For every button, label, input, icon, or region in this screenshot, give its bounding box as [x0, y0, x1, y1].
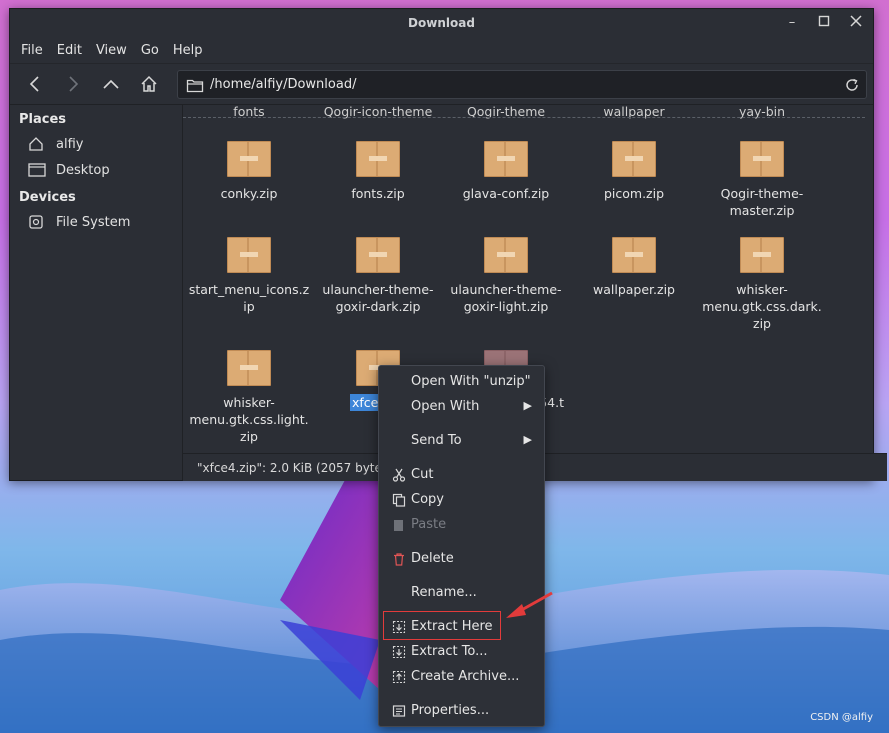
folder-icon: [186, 79, 204, 92]
refresh-icon[interactable]: [844, 77, 860, 93]
context-menu: Open With "unzip" Open With ▶ Send To ▶ …: [378, 365, 545, 727]
menu-bar: File Edit View Go Help: [10, 37, 873, 63]
paste-icon: [394, 520, 403, 531]
menu-item-delete[interactable]: Delete: [379, 547, 544, 571]
menu-item-open-with-unzip[interactable]: Open With "unzip": [379, 370, 544, 394]
side-pane: Places alfiy Desktop Devices File System: [10, 105, 183, 480]
menu-help[interactable]: Help: [166, 43, 210, 58]
zip-archive-icon: [484, 237, 528, 273]
submenu-arrow-icon: ▶: [523, 433, 532, 446]
properties-icon: [392, 705, 406, 717]
location-bar[interactable]: /home/alfiy/Download/: [177, 70, 867, 99]
sidebar-item-label: Desktop: [56, 162, 110, 178]
sidebar-item-label: File System: [56, 214, 131, 230]
file-item[interactable]: ulauncher-theme- goxir-dark.zip: [314, 237, 442, 315]
file-item[interactable]: glava-conf.zip: [442, 141, 570, 202]
menu-edit[interactable]: Edit: [50, 43, 89, 58]
zip-archive-icon: [227, 237, 271, 273]
zip-archive-icon: [612, 237, 656, 273]
back-button[interactable]: [16, 69, 54, 99]
file-name: ulauncher-theme- goxir-light.zip: [450, 282, 562, 314]
menu-item-extract-to[interactable]: Extract To...: [379, 640, 544, 664]
file-name: fonts.zip: [351, 186, 405, 201]
zip-archive-icon: [227, 350, 271, 386]
watermark: CSDN @alfiy: [810, 712, 873, 723]
file-item[interactable]: Qogir-theme- master.zip: [698, 141, 826, 219]
window-title: Download: [408, 16, 475, 30]
file-name: glava-conf.zip: [462, 186, 550, 201]
submenu-arrow-icon: ▶: [523, 399, 532, 412]
menu-go[interactable]: Go: [134, 43, 166, 58]
menu-view[interactable]: View: [89, 43, 134, 58]
close-button[interactable]: [848, 15, 864, 31]
file-item[interactable]: fonts.zip: [314, 141, 442, 202]
file-name: wallpaper.zip: [593, 282, 675, 297]
menu-item-create-archive[interactable]: Create Archive...: [379, 665, 544, 689]
menu-item-copy[interactable]: Copy: [379, 488, 544, 512]
zip-archive-icon: [740, 141, 784, 177]
file-name: conky.zip: [220, 186, 278, 201]
file-item[interactable]: start_menu_icons.z ip: [185, 237, 313, 315]
extract-icon: [392, 620, 406, 634]
menu-item-open-with[interactable]: Open With ▶: [379, 395, 544, 419]
trash-icon: [394, 553, 404, 566]
file-item[interactable]: conky.zip: [185, 141, 313, 202]
sidebar-item-file-system[interactable]: File System: [10, 209, 182, 235]
file-name: Qogir-theme- master.zip: [720, 186, 804, 218]
file-name: ulauncher-theme- goxir-dark.zip: [322, 282, 434, 314]
copy-icon: [392, 493, 406, 507]
places-heading: Places: [19, 112, 67, 127]
location-path: /home/alfiy/Download/: [210, 77, 357, 92]
drive-icon: [29, 215, 43, 229]
file-item[interactable]: picom.zip: [570, 141, 698, 202]
home-button[interactable]: [130, 69, 168, 99]
file-item[interactable]: whisker- menu.gtk.css.dark. zip: [698, 237, 826, 332]
parent-folder-button[interactable]: [92, 69, 130, 99]
file-name: whisker- menu.gtk.css.dark. zip: [702, 282, 822, 331]
chevron-left-icon: [29, 76, 39, 92]
desktop-icon: [28, 163, 46, 177]
file-item[interactable]: wallpaper.zip: [570, 237, 698, 298]
extract-icon: [392, 645, 406, 659]
menu-item-send-to[interactable]: Send To ▶: [379, 429, 544, 453]
file-name: whisker- menu.gtk.css.light. zip: [189, 395, 309, 444]
annotation-arrow: [506, 591, 553, 618]
devices-heading: Devices: [19, 190, 76, 205]
file-item[interactable]: whisker- menu.gtk.css.light. zip: [185, 350, 313, 445]
sidebar-item-label: alfiy: [56, 136, 84, 152]
menu-file[interactable]: File: [14, 43, 50, 58]
home-icon: [141, 75, 157, 92]
chevron-right-icon: [69, 76, 79, 92]
scissors-icon: [392, 468, 406, 482]
menu-item-cut[interactable]: Cut: [379, 463, 544, 487]
home-icon: [29, 137, 43, 151]
file-name: start_menu_icons.z ip: [188, 282, 310, 314]
zip-archive-icon: [740, 237, 784, 273]
maximize-button[interactable]: [816, 15, 832, 31]
zip-archive-icon: [484, 141, 528, 177]
zip-archive-icon: [612, 141, 656, 177]
chevron-up-icon: [103, 79, 119, 89]
archive-icon: [392, 670, 406, 684]
title-bar: Download –: [10, 9, 873, 37]
zip-archive-icon: [227, 141, 271, 177]
zip-archive-icon: [356, 237, 400, 273]
file-name: picom.zip: [603, 186, 665, 201]
forward-button[interactable]: [54, 69, 92, 99]
menu-item-paste: Paste: [379, 513, 544, 537]
file-item[interactable]: ulauncher-theme- goxir-light.zip: [442, 237, 570, 315]
minimize-button[interactable]: –: [784, 15, 800, 31]
zip-archive-icon: [356, 141, 400, 177]
sidebar-item-desktop[interactable]: Desktop: [10, 157, 182, 183]
sidebar-item-alfiy[interactable]: alfiy: [10, 131, 182, 157]
menu-item-properties[interactable]: Properties...: [379, 699, 544, 723]
